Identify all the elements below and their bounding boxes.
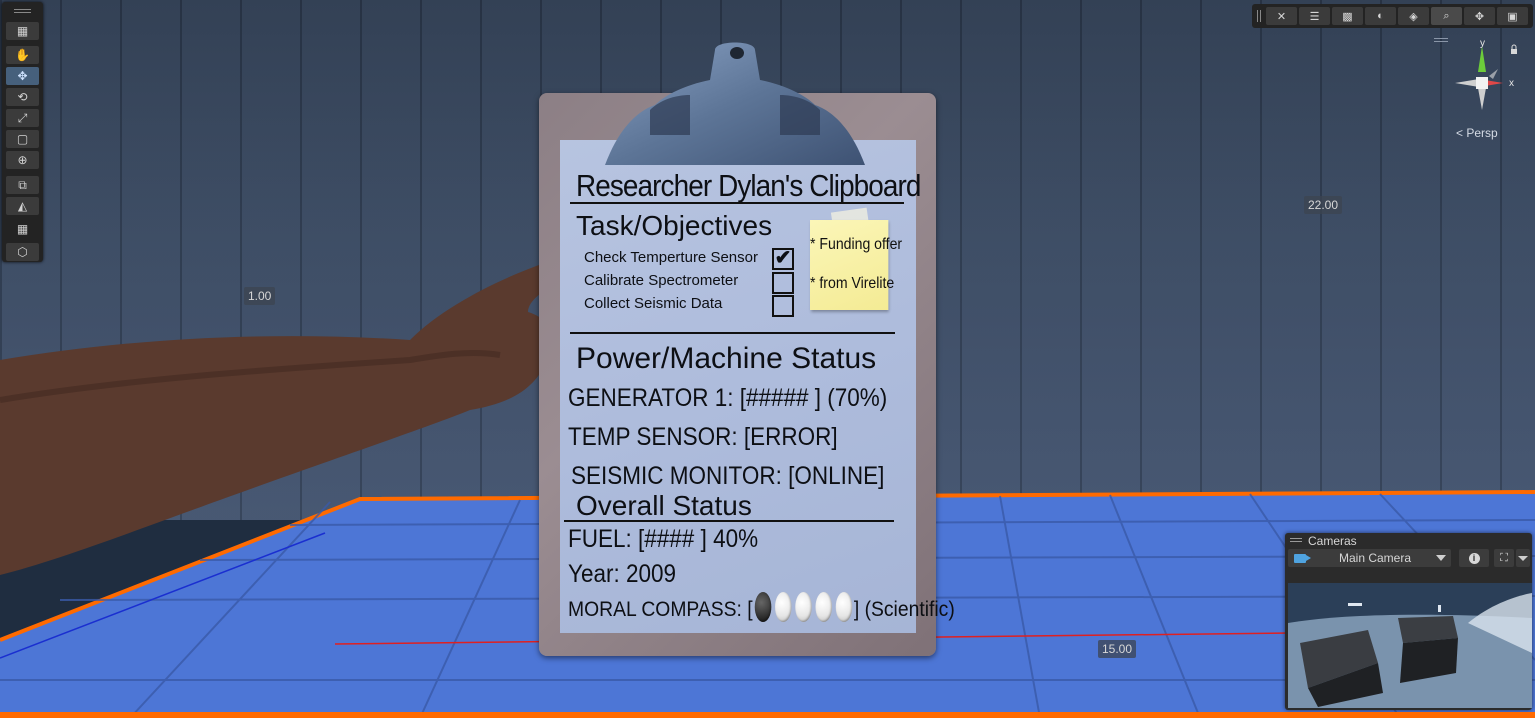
camera-preview xyxy=(1288,583,1532,708)
cameras-panel: Cameras Main Camera i ⛶ xyxy=(1285,533,1532,710)
moral-compass-label: MORAL COMPASS: [ xyxy=(568,598,753,621)
clipboard-title: Researcher Dylan's Clipboard xyxy=(576,168,921,203)
moral-compass-pip xyxy=(815,592,832,622)
search-icon[interactable]: ⌕ xyxy=(1431,7,1462,25)
grid-snap-icon[interactable]: ▦ xyxy=(6,220,39,238)
palette-grip-icon[interactable] xyxy=(14,9,31,10)
cube-icon[interactable]: ⬡ xyxy=(6,243,39,261)
hand-icon[interactable]: ✋ xyxy=(6,46,39,64)
task-item-label: Check Temperture Sensor xyxy=(584,249,758,266)
camera-select-value: Main Camera xyxy=(1339,551,1412,565)
gizmo-y-label: y xyxy=(1480,38,1485,49)
viewport-bottom-border xyxy=(0,712,1535,718)
section-divider xyxy=(564,520,894,522)
shading-icon[interactable]: ◐ xyxy=(1365,7,1396,25)
perspective-toggle[interactable]: < Persp xyxy=(1456,126,1498,140)
move-icon[interactable]: ✥ xyxy=(6,67,39,85)
layers-icon[interactable]: ◈ xyxy=(1398,7,1429,25)
section-divider xyxy=(570,332,895,334)
power-status-heading: Power/Machine Status xyxy=(576,342,877,375)
grid-distance-label: 15.00 xyxy=(1098,640,1137,658)
wireframe-icon[interactable]: ▩ xyxy=(1332,7,1363,25)
grid-distance-label: 1.00 xyxy=(244,287,276,305)
clipboard-clip xyxy=(605,42,865,165)
year-label: Year: 2009 xyxy=(568,560,677,588)
toolbar-grip-icon[interactable] xyxy=(1257,10,1258,22)
move-snap-icon[interactable]: ✥ xyxy=(1464,7,1495,25)
fuel-status: FUEL: [#### ] 40% xyxy=(568,525,759,553)
frame-camera-button[interactable]: ⛶ xyxy=(1494,549,1514,567)
terrain-icon[interactable]: ◭ xyxy=(6,197,39,215)
sticky-note-line: * from Virelite xyxy=(810,275,895,292)
tool-palette: ▦ ✋ ✥ ⟲ ⤢ ▢ ⊕ ⧉ ◭ ▦ ⬡ xyxy=(2,2,43,262)
transform-icon[interactable]: ⊕ xyxy=(6,151,39,169)
task-checkbox xyxy=(772,295,794,317)
moral-compass-pip xyxy=(794,592,812,622)
layout-icon[interactable]: ☰ xyxy=(1299,7,1330,25)
moral-compass-pip xyxy=(835,592,853,622)
cameras-panel-title: Cameras xyxy=(1308,534,1357,548)
task-checkbox xyxy=(772,272,794,294)
sticky-note-line: * Funding offer xyxy=(810,236,903,253)
seismic-status: SEISMIC MONITOR: [ONLINE] xyxy=(571,462,885,490)
tasks-heading: Task/Objectives xyxy=(576,210,773,241)
generator-status: GENERATOR 1: [##### ] (70%) xyxy=(568,384,888,412)
camera-info-button[interactable]: i xyxy=(1459,549,1489,567)
grid-icon[interactable]: ▦ xyxy=(6,22,39,40)
video-camera-icon xyxy=(1294,553,1311,563)
moral-compass-pip xyxy=(754,592,772,622)
grid-distance-label: 22.00 xyxy=(1304,196,1343,214)
task-item-label: Calibrate Spectrometer xyxy=(584,272,739,289)
overall-status-heading: Overall Status xyxy=(576,490,752,521)
lock-icon xyxy=(1511,49,1517,54)
chevron-down-icon xyxy=(1436,555,1446,561)
sticky-note: * Funding offer * from Virelite xyxy=(810,220,902,310)
camera-icon[interactable]: ▣ xyxy=(1497,7,1528,25)
custom-tool-icon[interactable]: ⧉ xyxy=(6,176,39,194)
task-checkbox-checked: ✔ xyxy=(772,248,794,270)
scene-toolbar: ✕ ☰ ▩ ◐ ◈ ⌕ ✥ ▣ xyxy=(1252,4,1533,28)
info-icon: i xyxy=(1468,552,1480,564)
moral-compass-pip xyxy=(774,592,792,622)
cameras-grip-icon[interactable] xyxy=(1290,538,1302,539)
lock-shackle xyxy=(1511,44,1517,49)
title-divider xyxy=(570,202,904,204)
temp-sensor-status: TEMP SENSOR: [ERROR] xyxy=(568,423,838,451)
rect-icon[interactable]: ▢ xyxy=(6,130,39,148)
moral-compass: MORAL COMPASS: [ ] (Scientific) xyxy=(568,592,955,628)
moral-compass-meter xyxy=(753,592,854,628)
moral-compass-value: ] (Scientific) xyxy=(853,598,955,621)
gizmo-x-label: x xyxy=(1509,78,1514,89)
camera-select[interactable]: Main Camera xyxy=(1288,549,1451,567)
wrench-icon[interactable]: ✕ xyxy=(1266,7,1297,25)
task-item-label: Collect Seismic Data xyxy=(584,295,723,312)
frame-options-dropdown[interactable] xyxy=(1516,549,1530,567)
rotate-icon[interactable]: ⟲ xyxy=(6,88,39,106)
scale-icon[interactable]: ⤢ xyxy=(6,109,39,127)
